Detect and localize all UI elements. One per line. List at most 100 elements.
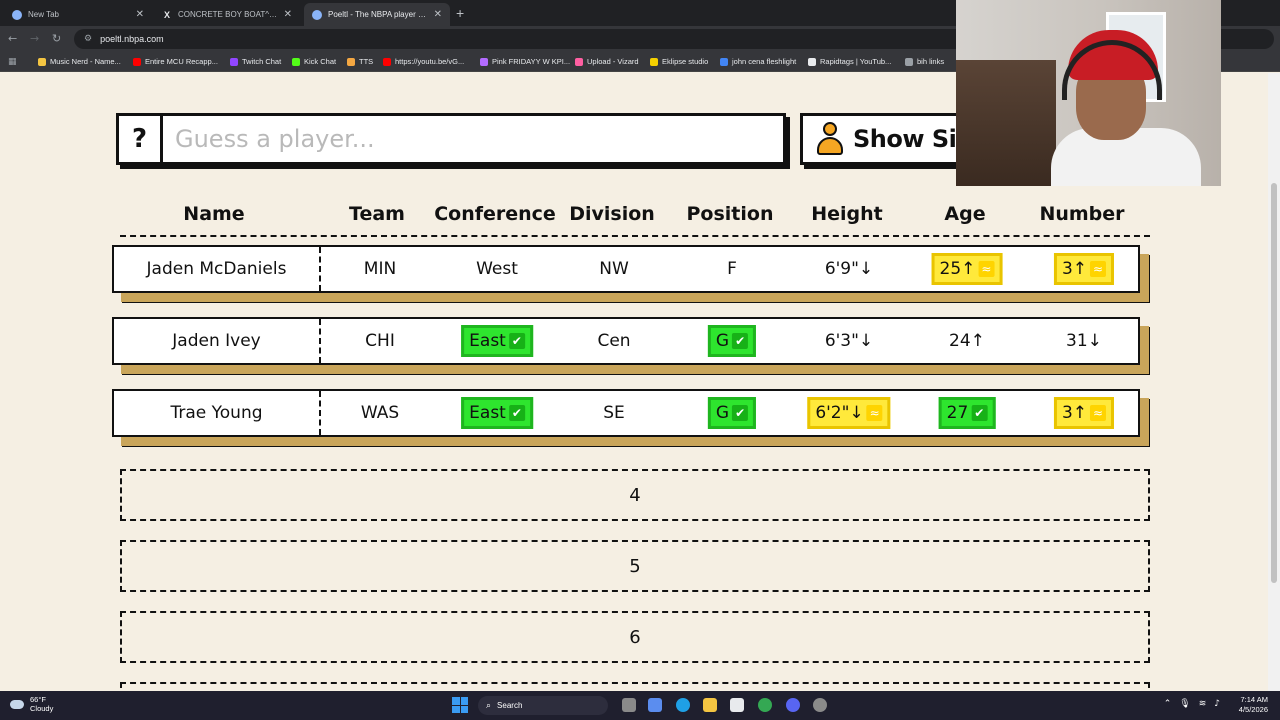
bookmark[interactable]: john cena fleshlight bbox=[720, 57, 796, 66]
bookmark-label: Rapidtags | YouTub... bbox=[820, 57, 892, 66]
bookmark-label: Entire MCU Recapp... bbox=[145, 57, 218, 66]
header-height: Height bbox=[811, 203, 883, 225]
header-position: Position bbox=[686, 203, 774, 225]
close-chip: 3↑ ≈ bbox=[1053, 253, 1115, 285]
youtube-icon bbox=[133, 57, 141, 66]
url-text: poeltl.nbpa.com bbox=[100, 34, 164, 44]
tab-title: CONCRETE BOY BOAT^ on X: "... bbox=[178, 10, 278, 19]
cell-division: SE bbox=[603, 403, 625, 423]
reload-icon[interactable]: ↻ bbox=[52, 32, 61, 45]
cloud-icon bbox=[10, 699, 24, 709]
page-scrollbar[interactable] bbox=[1268, 73, 1280, 691]
cell-team: WAS bbox=[361, 403, 399, 423]
header-team: Team bbox=[349, 203, 405, 225]
copilot-icon[interactable] bbox=[648, 698, 662, 712]
bookmark[interactable]: Pink FRIDAYY W KPI... bbox=[480, 57, 570, 66]
store-icon[interactable] bbox=[730, 698, 744, 712]
correct-chip: G ✔ bbox=[707, 397, 757, 429]
globe-icon bbox=[312, 9, 322, 20]
taskbar-search[interactable]: ⌕ Search bbox=[478, 696, 608, 715]
weather-temp: 66°F bbox=[30, 695, 46, 704]
cell-value: 31↓ bbox=[1066, 331, 1102, 351]
microphone-icon[interactable]: 🎙 bbox=[1179, 699, 1190, 709]
bookmark[interactable]: Kick Chat bbox=[292, 57, 336, 66]
guess-row: Trae Young WAS East ✔ SE G ✔ 6'2"↓ ≈27 ✔ 3↑ ≈ bbox=[112, 389, 1140, 437]
wifi-icon[interactable]: ≋ bbox=[1199, 699, 1207, 709]
system-tray: ⌃ 🎙 ≋ ♪ bbox=[1164, 699, 1220, 709]
volume-icon[interactable]: ♪ bbox=[1214, 699, 1220, 709]
bookmark[interactable]: Entire MCU Recapp... bbox=[133, 57, 218, 66]
guess-input[interactable] bbox=[163, 116, 783, 162]
cell-value: 27 bbox=[946, 403, 969, 423]
close-icon[interactable]: ✕ bbox=[284, 9, 292, 20]
close-chip: 6'2"↓ ≈ bbox=[807, 397, 891, 429]
bookmark-icon bbox=[480, 57, 488, 66]
cell-conference: East ✔ bbox=[461, 397, 533, 429]
tab-poeltl[interactable]: Poeltl - The NBPA player guessi... ✕ bbox=[304, 3, 450, 26]
approx-icon: ≈ bbox=[1090, 261, 1107, 277]
cell-age: 25↑ ≈ bbox=[931, 253, 1003, 285]
cell-value: 6'2"↓ bbox=[815, 403, 864, 423]
guess-row: Jaden Ivey CHI East ✔ Cen G ✔ 6'3"↓ 24↑ 31↓ bbox=[112, 317, 1140, 365]
cell-value: G bbox=[715, 403, 730, 423]
bookmark[interactable]: bih links bbox=[905, 57, 944, 66]
bookmark[interactable]: Music Nerd - Name... bbox=[38, 57, 121, 66]
cell-value: WAS bbox=[360, 403, 400, 423]
tab-new-tab[interactable]: New Tab ✕ bbox=[4, 3, 152, 26]
bookmark-label: bih links bbox=[917, 57, 945, 66]
guess-row: Jaden McDaniels MIN West NW F 6'9"↓ 25↑ ≈3↑ ≈ bbox=[112, 245, 1140, 293]
checkmark-icon: ✔ bbox=[732, 333, 749, 349]
bookmark[interactable]: Upload - Vizard bbox=[575, 57, 639, 66]
header-age: Age bbox=[944, 203, 986, 225]
header-division: Division bbox=[569, 203, 655, 225]
file-explorer-icon[interactable] bbox=[703, 698, 717, 712]
back-icon[interactable]: ← bbox=[8, 32, 17, 45]
bookmark-label: Eklipse studio bbox=[662, 57, 709, 66]
tab-title: New Tab bbox=[28, 10, 59, 19]
checkmark-icon: ✔ bbox=[732, 405, 749, 421]
cell-conference: West bbox=[476, 259, 518, 279]
bookmark-icon bbox=[38, 57, 46, 66]
bookmark[interactable]: https://youtu.be/vG... bbox=[383, 57, 464, 66]
apps-grid-icon[interactable]: ▦ bbox=[8, 57, 17, 67]
chrome-icon[interactable] bbox=[758, 698, 772, 712]
cell-height: 6'3"↓ bbox=[825, 331, 873, 351]
clock[interactable]: 7:14 AM 4/5/2026 bbox=[1239, 695, 1268, 715]
help-button[interactable]: ? bbox=[119, 116, 163, 162]
close-icon[interactable]: ✕ bbox=[136, 9, 144, 20]
cell-height: 6'9"↓ bbox=[825, 259, 873, 279]
scrollbar-thumb[interactable] bbox=[1271, 183, 1277, 583]
chevron-up-icon[interactable]: ⌃ bbox=[1164, 699, 1172, 709]
header-name: Name bbox=[183, 203, 245, 225]
cell-height: 6'2"↓ ≈ bbox=[807, 397, 891, 429]
bookmark[interactable]: Eklipse studio bbox=[650, 57, 708, 66]
discord-icon[interactable] bbox=[786, 698, 800, 712]
windows-start-icon[interactable] bbox=[452, 697, 468, 713]
cell-value: 6'9"↓ bbox=[824, 259, 874, 279]
help-icon: ? bbox=[131, 124, 148, 154]
tab-x-post[interactable]: X CONCRETE BOY BOAT^ on X: "... ✕ bbox=[154, 3, 300, 26]
cell-position: F bbox=[727, 259, 737, 279]
site-info-icon[interactable]: ⚙ bbox=[84, 34, 92, 44]
approx-icon: ≈ bbox=[978, 261, 995, 277]
x-logo-icon: X bbox=[163, 9, 170, 20]
task-view-icon[interactable] bbox=[622, 698, 636, 712]
bookmark-label: john cena fleshlight bbox=[732, 57, 797, 66]
webcam-overlay bbox=[956, 0, 1221, 186]
edge-icon[interactable] bbox=[676, 698, 690, 712]
forward-icon[interactable]: → bbox=[30, 32, 39, 45]
cell-value: 3↑ bbox=[1061, 403, 1088, 423]
close-icon[interactable]: ✕ bbox=[434, 9, 442, 20]
bookmark-label: Music Nerd - Name... bbox=[50, 57, 121, 66]
weather-widget[interactable]: 66°F Cloudy bbox=[10, 695, 53, 713]
bookmark[interactable]: TTS bbox=[347, 57, 373, 66]
bookmark[interactable]: Twitch Chat bbox=[230, 57, 281, 66]
bookmark[interactable]: Rapidtags | YouTub... bbox=[808, 57, 891, 66]
slot-number: 4 bbox=[629, 484, 641, 506]
cell-value: West bbox=[476, 259, 518, 279]
new-tab-button[interactable]: + bbox=[456, 5, 464, 21]
correct-chip: 27 ✔ bbox=[938, 397, 996, 429]
empty-guess-slot: 4 bbox=[120, 469, 1150, 521]
twitch-icon bbox=[230, 57, 238, 66]
app-icon[interactable] bbox=[813, 698, 827, 712]
